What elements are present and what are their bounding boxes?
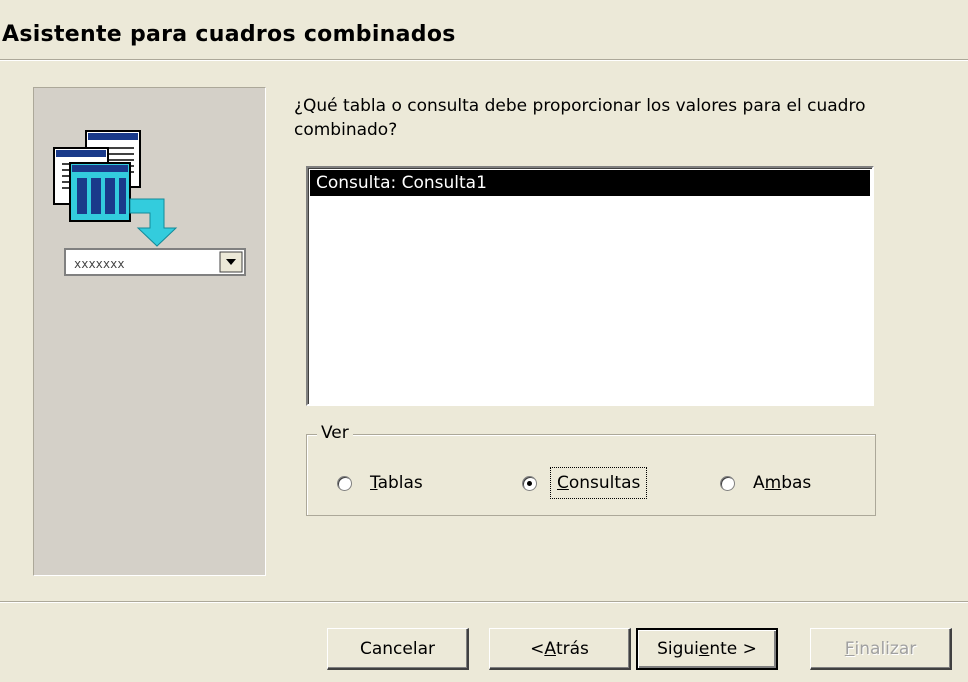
radio-ambas[interactable]: Ambas (720, 471, 811, 495)
radio-consultas-label[interactable]: Consultas (549, 467, 648, 499)
combo-placeholder-text: xxxxxxx (74, 257, 125, 271)
wizard-title-bar: Asistente para cuadros combinados (0, 0, 968, 62)
view-group-legend: Ver (317, 423, 353, 443)
radio-tablas-circle[interactable] (337, 475, 352, 491)
wizard-illustration-panel: xxxxxxx (33, 87, 266, 576)
table-to-combobox-icon: xxxxxxx (53, 130, 246, 276)
table-query-listbox[interactable]: Consulta: Consulta1 (306, 166, 874, 406)
list-item[interactable]: Consulta: Consulta1 (310, 170, 870, 196)
cancel-button[interactable]: Cancelar (327, 628, 469, 670)
view-groupbox: Ver Tablas Consultas Ambas (306, 423, 876, 516)
radio-consultas-circle[interactable] (522, 475, 537, 491)
radio-tablas-label[interactable]: Tablas (370, 473, 423, 493)
wizard-title: Asistente para cuadros combinados (2, 22, 456, 47)
title-divider-highlight (0, 60, 968, 61)
footer-divider-highlight (0, 602, 968, 603)
radio-ambas-circle[interactable] (720, 475, 735, 491)
wizard-question: ¿Qué tabla o consulta debe proporcionar … (294, 96, 866, 140)
next-button[interactable]: Sigui e nte > (636, 628, 778, 670)
radio-consultas[interactable]: Consultas (522, 467, 648, 499)
radio-ambas-label[interactable]: Ambas (753, 473, 811, 493)
back-button[interactable]: < Atrás (489, 628, 631, 670)
radio-tablas[interactable]: Tablas (337, 471, 423, 495)
finish-button[interactable]: Finalizar (810, 628, 952, 670)
